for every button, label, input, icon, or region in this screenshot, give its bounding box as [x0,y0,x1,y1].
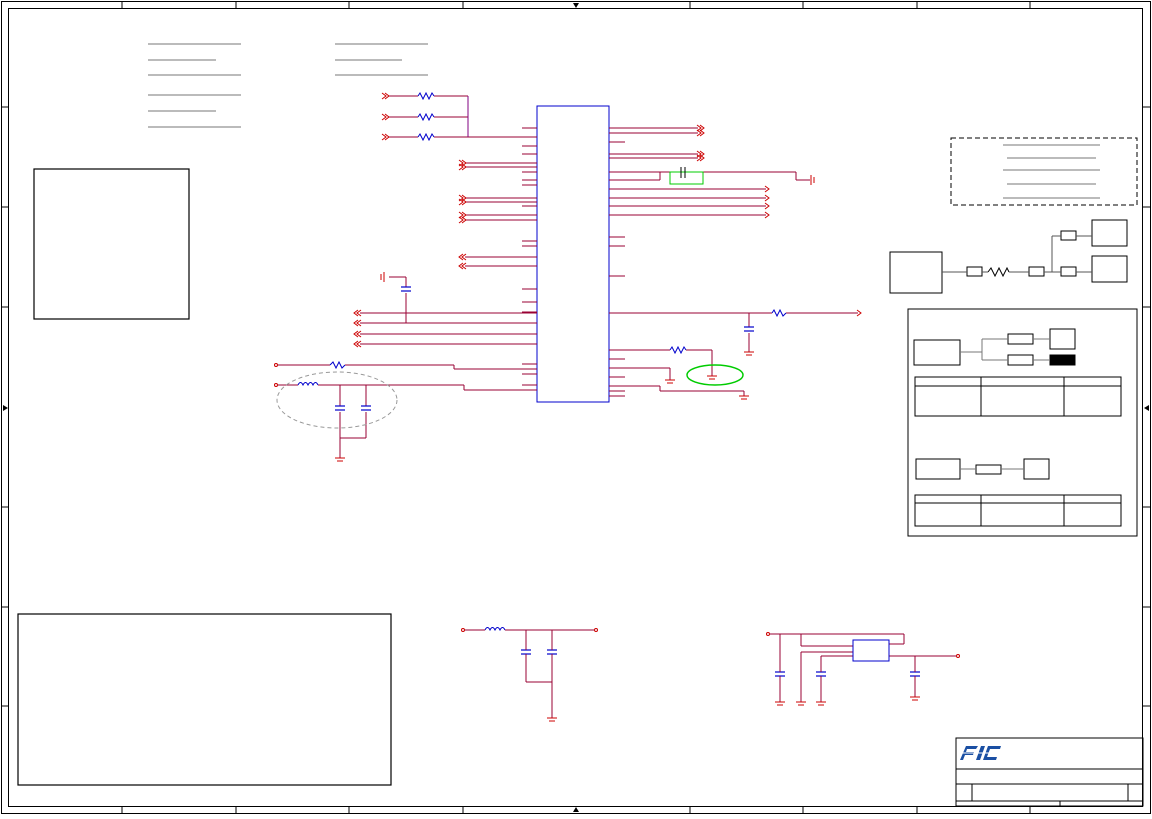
right-io-block [889,219,1128,294]
schematic-sheet [0,0,1152,815]
right-dashed-note [950,137,1138,206]
main-ic-symbol [536,105,610,403]
callout-ellipse [276,371,398,429]
regulator-circuit [770,633,956,702]
offpage-connectors [274,92,960,658]
highlight-ellipse [686,364,744,386]
bottom-note-box [17,613,392,786]
option-box-wires [960,338,1050,470]
ground-symbols [335,175,815,462]
power-filter-circuit [465,629,594,718]
power-filter-ground [547,717,557,722]
inductors [297,382,506,632]
main-ic-right-pins [609,127,625,397]
right-io-wires [942,235,1092,278]
option-box [907,308,1138,537]
crystal [669,167,704,185]
resistors [329,91,787,370]
center-markers [3,3,1149,812]
capacitors [335,286,920,677]
sheet-frame [1,1,1151,814]
fic-logo [960,746,1001,760]
left-note-box [33,168,190,320]
regulator-grounds [775,696,920,706]
signal-wires [278,95,858,458]
regulator-ic [852,639,890,662]
